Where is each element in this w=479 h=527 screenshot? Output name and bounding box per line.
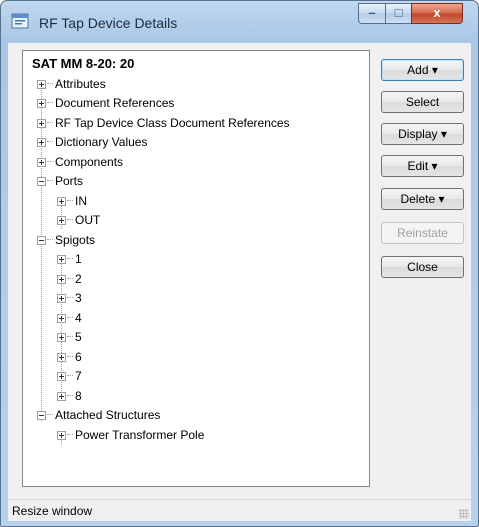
- tree-node-label: Components: [55, 155, 124, 169]
- collapse-icon[interactable]: [37, 177, 46, 186]
- expand-icon[interactable]: [37, 158, 46, 167]
- expand-icon[interactable]: [57, 392, 66, 401]
- expand-icon[interactable]: [57, 255, 66, 264]
- expand-icon[interactable]: [57, 294, 66, 303]
- maximize-button[interactable]: □: [385, 3, 412, 24]
- expand-icon[interactable]: [57, 431, 66, 440]
- tree-node-label: 2: [75, 272, 82, 286]
- tree-guide-line: [41, 83, 42, 421]
- delete-button[interactable]: Delete ▾: [381, 188, 464, 210]
- tree-node-label: Spigots: [55, 233, 96, 247]
- tree-node-label: Attached Structures: [55, 408, 161, 422]
- add-button[interactable]: Add ▾: [381, 59, 464, 81]
- title-bar[interactable]: RF Tap Device Details – □ x: [1, 1, 478, 43]
- tree-root-label[interactable]: SAT MM 8-20: 20: [32, 56, 134, 71]
- close-window-button[interactable]: x: [411, 3, 463, 24]
- tree-node-label: Attributes: [55, 77, 106, 91]
- tree-node-label: OUT: [75, 213, 101, 227]
- expand-icon[interactable]: [57, 216, 66, 225]
- expand-icon[interactable]: [57, 275, 66, 284]
- collapse-icon[interactable]: [37, 236, 46, 245]
- tree-node-label: 3: [75, 291, 82, 305]
- expand-icon[interactable]: [57, 314, 66, 323]
- details-tree-view[interactable]: SAT MM 8-20: 20 Attributes Document Refe…: [22, 50, 370, 487]
- app-window-icon: [11, 13, 29, 29]
- resize-grip-icon[interactable]: [459, 509, 469, 519]
- minimize-button[interactable]: –: [358, 3, 386, 24]
- expand-icon[interactable]: [57, 353, 66, 362]
- tree-node-label: 7: [75, 369, 82, 383]
- close-button[interactable]: Close: [381, 256, 464, 278]
- maximize-icon: □: [394, 5, 403, 20]
- expand-icon[interactable]: [37, 119, 46, 128]
- tree-node-label: RF Tap Device Class Document References: [55, 116, 290, 130]
- expand-icon[interactable]: [37, 80, 46, 89]
- tree-node-label: 5: [75, 330, 82, 344]
- reinstate-button: Reinstate: [381, 222, 464, 244]
- tree-node-label: IN: [75, 194, 87, 208]
- expand-icon[interactable]: [57, 197, 66, 206]
- expand-icon[interactable]: [57, 333, 66, 342]
- tree-node-label: Dictionary Values: [55, 135, 148, 149]
- close-icon: x: [433, 5, 441, 20]
- collapse-icon[interactable]: [37, 411, 46, 420]
- display-button[interactable]: Display ▾: [381, 123, 464, 145]
- select-button[interactable]: Select: [381, 91, 464, 113]
- edit-button[interactable]: Edit ▾: [381, 155, 464, 177]
- expand-icon[interactable]: [37, 138, 46, 147]
- tree-node-label: 4: [75, 311, 82, 325]
- expand-icon[interactable]: [57, 372, 66, 381]
- tree-node-label: 1: [75, 252, 82, 266]
- minimize-icon: –: [368, 5, 376, 20]
- client-area: SAT MM 8-20: 20 Attributes Document Refe…: [8, 43, 471, 521]
- tree-node-label: 6: [75, 350, 82, 364]
- expand-icon[interactable]: [37, 99, 46, 108]
- status-text: Resize window: [12, 504, 93, 518]
- tree-node-label: Power Transformer Pole: [75, 428, 205, 442]
- status-bar: Resize window: [8, 499, 471, 521]
- rf-tap-device-details-window: RF Tap Device Details – □ x SAT MM 8-20:…: [0, 0, 479, 527]
- window-title: RF Tap Device Details: [39, 15, 178, 31]
- tree-node-label: Ports: [55, 174, 84, 188]
- tree-node-label: Document References: [55, 96, 175, 110]
- tree-node-label: 8: [75, 389, 82, 403]
